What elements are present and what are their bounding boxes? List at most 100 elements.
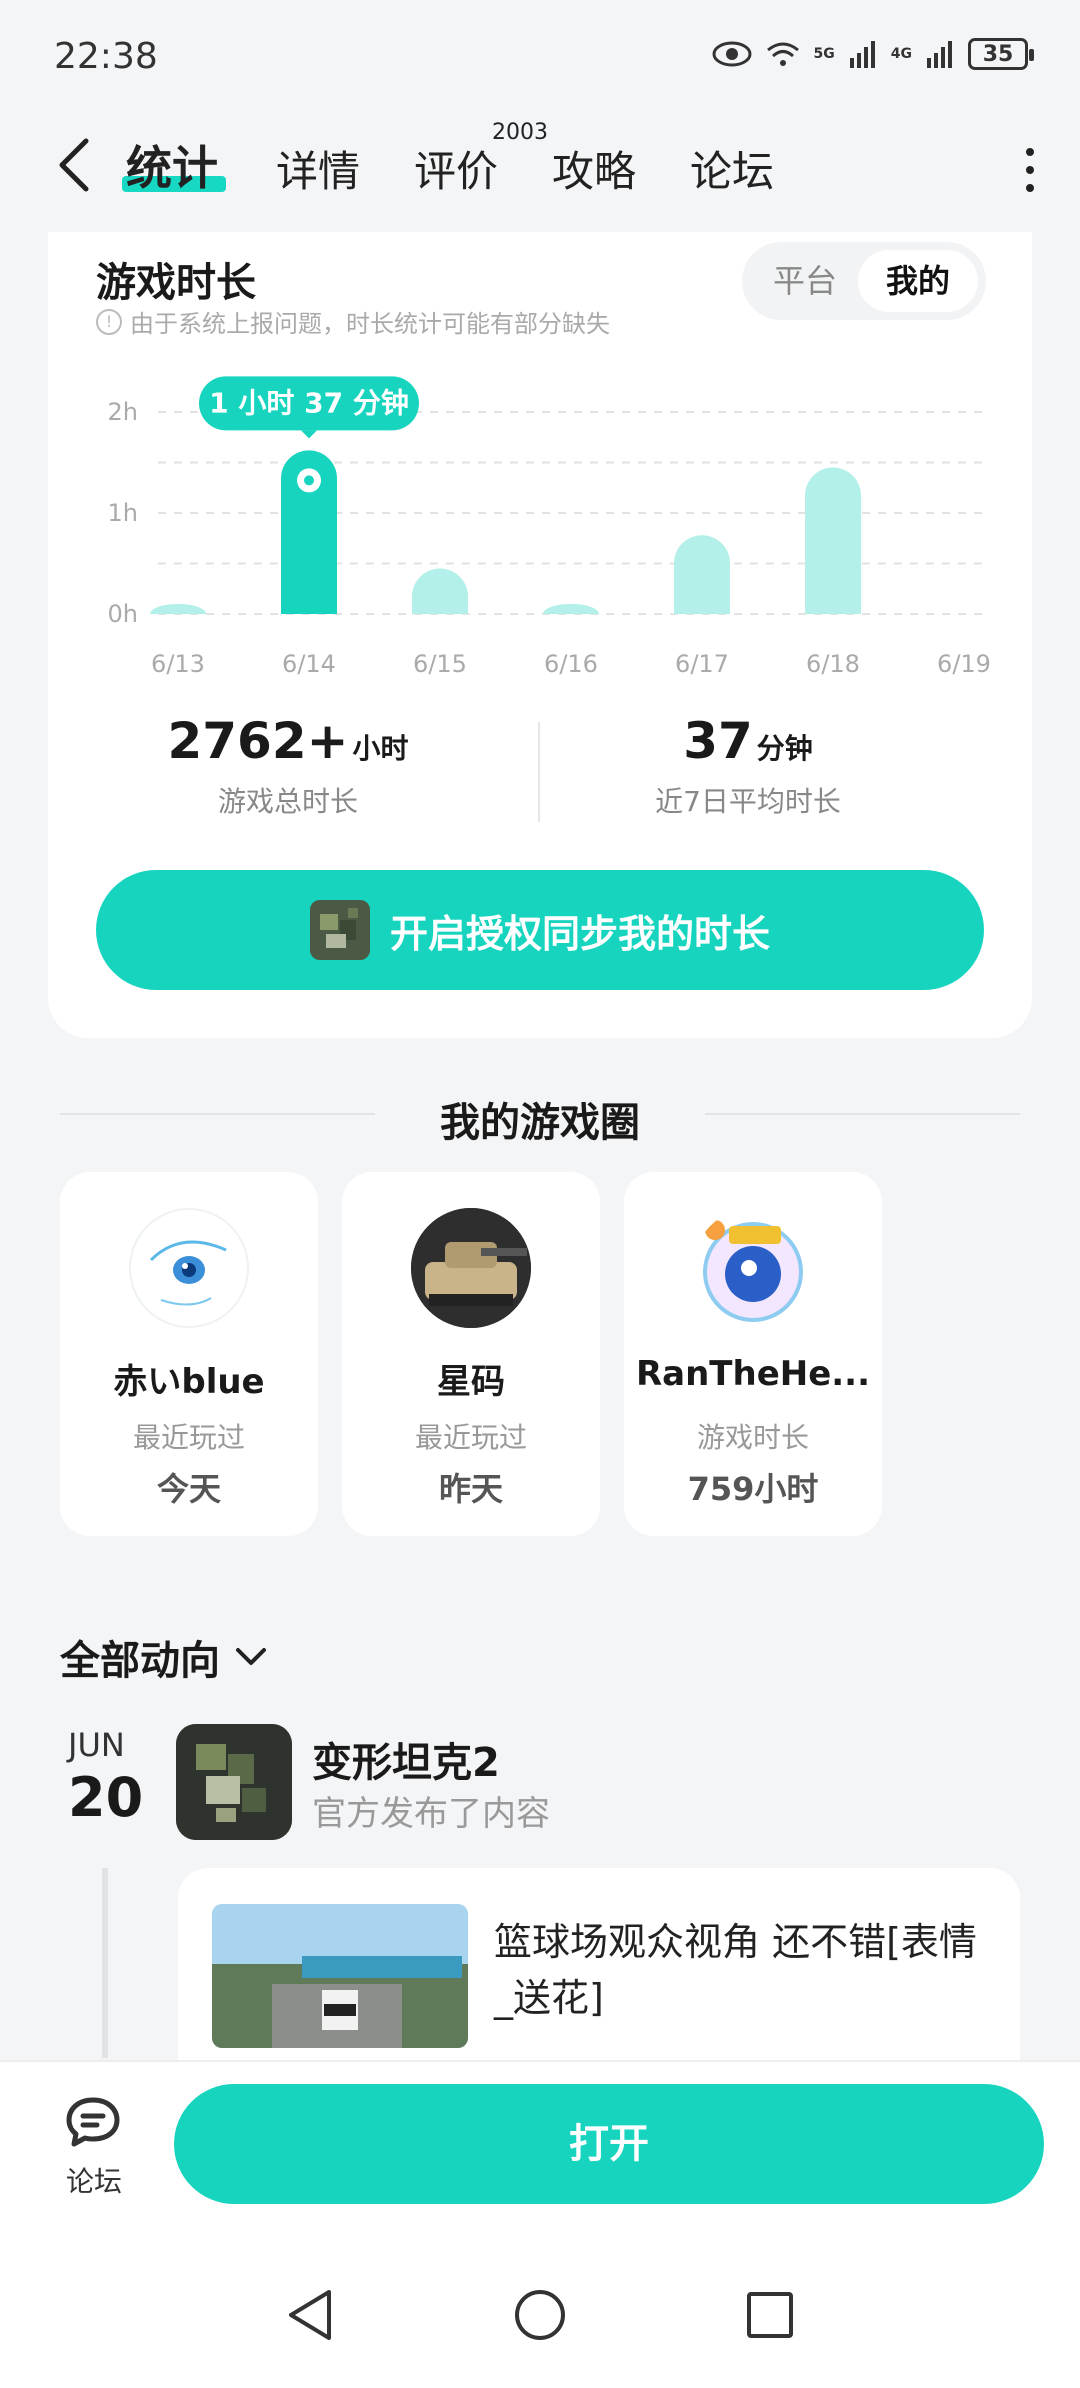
tab-stats[interactable]: 统计 bbox=[126, 132, 218, 198]
eye-icon bbox=[712, 41, 752, 67]
chart-tooltip-pointer bbox=[301, 430, 317, 439]
total-playtime-unit: 小时 bbox=[352, 732, 409, 765]
friend-card[interactable]: 赤いblue 最近玩过 今天 bbox=[60, 1172, 318, 1536]
signal-icon bbox=[849, 41, 875, 68]
system-back-button[interactable] bbox=[275, 2280, 345, 2350]
system-home-button[interactable] bbox=[505, 2280, 575, 2350]
playtime-notice-text: 由于系统上报问题，时长统计可能有部分缺失 bbox=[130, 310, 610, 338]
tab-guides[interactable]: 攻略 bbox=[552, 138, 636, 199]
friend-meta: 游戏时长 bbox=[696, 1421, 809, 1454]
timeline-line bbox=[102, 1868, 108, 2058]
playtime-title: 游戏时长 bbox=[96, 260, 256, 306]
chart-bar bbox=[543, 603, 599, 614]
friend-card[interactable]: 星码 最近玩过 昨天 bbox=[342, 1172, 600, 1536]
feed-date-day: 20 bbox=[68, 1766, 144, 1829]
divider-left bbox=[60, 1113, 375, 1115]
total-playtime-label: 游戏总时长 bbox=[217, 785, 358, 818]
total-playtime-value: 2762+ bbox=[167, 712, 349, 770]
chart-bar-marker-dot bbox=[304, 475, 314, 486]
tab-forum[interactable]: 论坛 bbox=[690, 138, 774, 199]
more-options-button[interactable] bbox=[1010, 140, 1050, 200]
sync-button-label: 开启授权同步我的时长 bbox=[389, 911, 770, 956]
toggle-platform[interactable]: 平台 bbox=[762, 242, 848, 320]
chart-bar bbox=[805, 467, 861, 614]
chart-bar bbox=[150, 603, 206, 614]
friend-card[interactable]: RanTheHe... 游戏时长 759小时 bbox=[624, 1172, 882, 1536]
feed-game-subtitle: 官方发布了内容 bbox=[312, 1794, 550, 1834]
avg-playtime-unit: 分钟 bbox=[756, 732, 813, 765]
chart-x-tick: 6/19 bbox=[937, 650, 991, 678]
chart-bar bbox=[674, 535, 730, 614]
chart-tooltip-text: 1 小时 37 分钟 bbox=[209, 386, 409, 419]
post-thumbnail bbox=[212, 1904, 468, 2048]
chart-x-tick: 6/13 bbox=[151, 650, 205, 678]
friend-meta: 最近玩过 bbox=[132, 1421, 245, 1454]
playtime-notice: ! 由于系统上报问题，时长统计可能有部分缺失 bbox=[96, 304, 610, 339]
friend-avatar bbox=[129, 1208, 249, 1328]
divider-right bbox=[705, 1113, 1020, 1115]
playtime-chart: 0h 1h 2h 6/13 6/14 6/15 6/16 6/17 6/18 6/19 1 小时 … bbox=[108, 376, 991, 678]
status-time: 22:38 bbox=[54, 36, 158, 77]
square-recents-icon bbox=[747, 2292, 793, 2338]
circle-home-icon bbox=[515, 2290, 565, 2340]
feed-game-name[interactable]: 变形坦克2 bbox=[312, 1730, 500, 1788]
tab-details[interactable]: 详情 bbox=[276, 138, 360, 199]
open-game-button[interactable]: 打开 bbox=[174, 2084, 1044, 2204]
info-icon: ! bbox=[96, 308, 122, 335]
avg-playtime-value: 37 bbox=[683, 712, 753, 770]
feed-date-month: JUN bbox=[68, 1726, 125, 1764]
friend-value: 今天 bbox=[156, 1470, 221, 1508]
tab-reviews[interactable]: 评价 bbox=[414, 138, 498, 199]
chart-y-tick: 1h bbox=[108, 499, 138, 527]
friend-name: 赤いblue bbox=[113, 1362, 265, 1402]
chevron-down-icon bbox=[236, 1648, 266, 1665]
avg-playtime-block: 37 分钟 近7日平均时长 bbox=[548, 712, 948, 820]
system-recents-button[interactable] bbox=[735, 2280, 805, 2350]
avg-playtime-label: 近7日平均时长 bbox=[655, 785, 841, 818]
feed-filter-dropdown[interactable]: 全部动向 bbox=[60, 1628, 268, 1686]
feed-header-label: 全部动向 bbox=[60, 1638, 220, 1684]
chart-y-tick: 2h bbox=[108, 398, 138, 426]
network-5g-label: 5G bbox=[813, 46, 835, 62]
bottom-action-bar: 论坛 打开 bbox=[0, 2060, 1080, 2240]
stats-card: 游戏时长 ! 由于系统上报问题，时长统计可能有部分缺失 平台 我的 0h 1h 2h… bbox=[48, 232, 1032, 1038]
battery-icon: 35 bbox=[968, 38, 1034, 70]
status-bar: 22:38 5G 4G 35 bbox=[0, 0, 1080, 110]
review-count-badge: 2003 bbox=[492, 120, 548, 145]
chart-x-tick: 6/16 bbox=[544, 650, 598, 678]
friend-avatar bbox=[411, 1208, 531, 1328]
friend-value: 759小时 bbox=[687, 1470, 819, 1508]
back-arrow-icon bbox=[59, 138, 89, 192]
triangle-back-icon bbox=[289, 2290, 331, 2340]
chart-x-tick: 6/17 bbox=[675, 650, 729, 678]
friend-value: 昨天 bbox=[438, 1470, 503, 1508]
post-text: 篮球场观众视角 还不错[表情_送花] bbox=[494, 1920, 977, 2020]
total-playtime-block: 2762+ 小时 游戏总时长 bbox=[88, 712, 488, 820]
chart-x-tick: 6/14 bbox=[282, 650, 336, 678]
game-circle-title: 我的游戏圈 bbox=[440, 1100, 640, 1146]
system-nav-bar bbox=[0, 2240, 1080, 2388]
signal-icon-2 bbox=[927, 41, 952, 68]
platform-mine-toggle: 平台 我的 bbox=[742, 242, 986, 320]
wifi-icon bbox=[766, 42, 799, 66]
chart-bar bbox=[412, 568, 468, 614]
chat-bubble-icon bbox=[66, 2097, 120, 2147]
forum-shortcut[interactable]: 论坛 bbox=[52, 2094, 136, 2200]
sync-playtime-button[interactable]: 开启授权同步我的时长 bbox=[96, 870, 984, 990]
friend-meta: 最近玩过 bbox=[414, 1421, 527, 1454]
friend-name: 星码 bbox=[437, 1362, 505, 1402]
forum-shortcut-label: 论坛 bbox=[65, 2165, 122, 2198]
chart-x-tick: 6/15 bbox=[413, 650, 467, 678]
chart-y-tick: 0h bbox=[108, 600, 138, 628]
network-4g-label: 4G bbox=[890, 46, 912, 62]
friend-avatar bbox=[693, 1208, 813, 1328]
stat-divider bbox=[538, 722, 540, 822]
back-button[interactable] bbox=[44, 130, 104, 200]
post-card[interactable]: 篮球场观众视角 还不错[表情_送花] bbox=[178, 1868, 1020, 2068]
feed-game-icon[interactable] bbox=[176, 1724, 292, 1840]
chart-x-tick: 6/18 bbox=[806, 650, 860, 678]
toggle-mine[interactable]: 我的 bbox=[858, 250, 978, 312]
game-thumbnail-icon bbox=[309, 900, 370, 960]
friend-name: RanTheHe... bbox=[635, 1354, 871, 1394]
nav-bar: 统计 详情 评价 2003 攻略 论坛 bbox=[0, 110, 1080, 220]
